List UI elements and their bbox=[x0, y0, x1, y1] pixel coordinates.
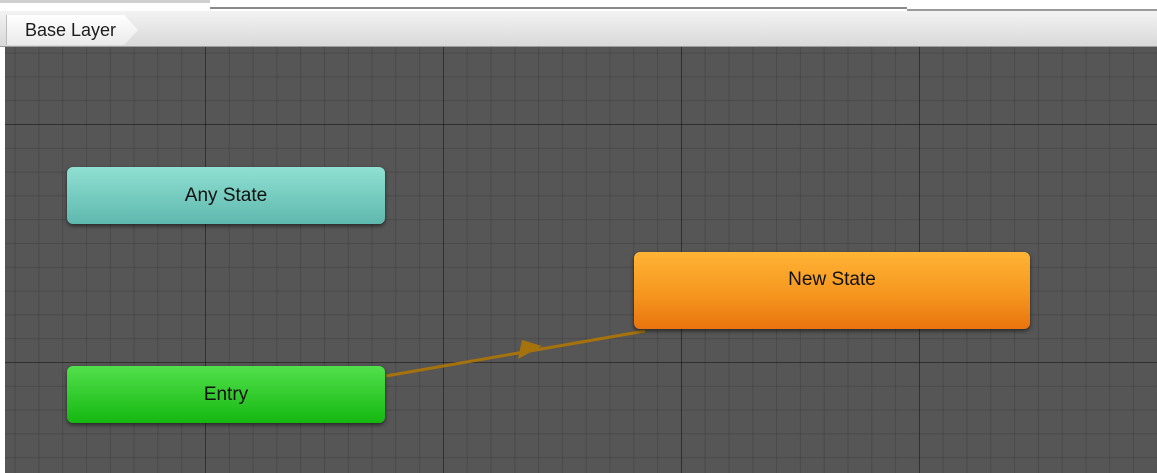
breadcrumb-label: Base Layer bbox=[25, 19, 117, 40]
any-state-node[interactable]: Any State bbox=[67, 167, 385, 224]
top-divider bbox=[0, 0, 210, 3]
new-state-node[interactable]: New State bbox=[634, 252, 1030, 329]
node-label: Any State bbox=[184, 184, 268, 206]
top-divider bbox=[210, 7, 907, 9]
entry-node[interactable]: Entry bbox=[67, 366, 385, 423]
node-label: New State bbox=[788, 269, 876, 290]
breadcrumb: Base Layer bbox=[0, 11, 1157, 47]
breadcrumb-base-layer[interactable]: Base Layer bbox=[6, 15, 138, 45]
node-label: Entry bbox=[203, 383, 249, 405]
